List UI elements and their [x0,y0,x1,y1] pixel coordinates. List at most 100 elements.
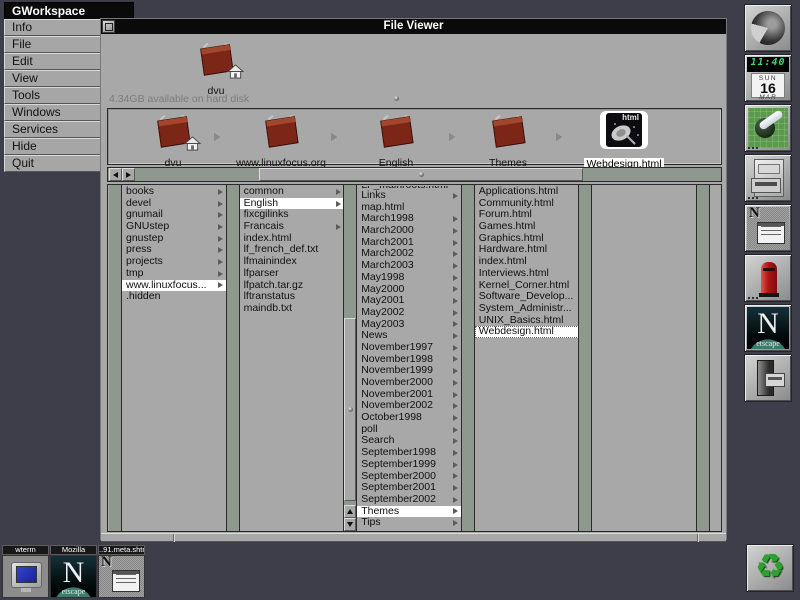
dock-tile-netscape[interactable]: Netscape [744,304,792,352]
file-item-system-administr[interactable]: System_Administr... [475,303,579,315]
file-item-applications-html[interactable]: Applications.html [475,186,579,198]
file-item-march2002[interactable]: March2002 [357,248,461,260]
scroll-left-button[interactable] [109,168,122,181]
splitview-handle[interactable] [394,96,399,101]
file-item-common[interactable]: common [240,186,344,198]
file-item-lfmainindex[interactable]: lfmainindex [240,256,344,268]
miniwindow-mozilla[interactable]: MozillaNetscape [50,545,97,598]
file-item-press[interactable]: press [122,244,226,256]
dock-tile-gnustep-sphere[interactable] [744,4,792,52]
column-scrollbar[interactable] [462,185,475,531]
file-item-www-linuxfocus[interactable]: www.linuxfocus... [122,280,226,292]
shelf-item-webdesign-html[interactable]: htmlWebdesign.html [579,111,669,172]
file-item-november2001[interactable]: November2001 [357,389,461,401]
file-item-gnustep[interactable]: GNUstep [122,221,226,233]
miniwindow-91-meta-shtml[interactable]: ..91.meta.shtmlN [98,545,145,598]
file-item-september2001[interactable]: September2001 [357,482,461,494]
file-item-gnustep[interactable]: gnustep [122,233,226,245]
file-item-tmp[interactable]: tmp [122,268,226,280]
scroll-down-button[interactable] [344,518,356,531]
file-item-forum-html[interactable]: Forum.html [475,209,579,221]
recycler-dock-icon[interactable]: ♻ [746,544,794,592]
file-item-march2000[interactable]: March2000 [357,225,461,237]
window-resize-bar[interactable] [101,533,726,542]
file-item-may2003[interactable]: May2003 [357,319,461,331]
shelf-item-themes[interactable]: Themes [463,111,553,169]
file-item-lftranstatus[interactable]: lftranstatus [240,291,344,303]
file-item-index-html[interactable]: index.html [240,233,344,245]
dock-tile-postbox[interactable] [744,254,792,302]
file-item-search[interactable]: Search [357,435,461,447]
shelf-scrollbar[interactable] [107,167,722,182]
file-item-october1998[interactable]: October1998 [357,412,461,424]
file-item-may2002[interactable]: May2002 [357,307,461,319]
file-item-lf-french-def-txt[interactable]: lf_french_def.txt [240,244,344,256]
file-item-gnumail[interactable]: gnumail [122,209,226,221]
file-item-poll[interactable]: poll [357,424,461,436]
file-item-november1999[interactable]: November1999 [357,365,461,377]
scrollbar-knob[interactable] [259,168,583,181]
file-item-software-develop[interactable]: Software_Develop... [475,291,579,303]
column-scrollbar[interactable] [227,185,240,531]
file-item-projects[interactable]: projects [122,256,226,268]
shelf-item-www-linuxfocus-org[interactable]: www.linuxfocus.org [236,111,326,169]
file-item-march1998[interactable]: March1998 [357,213,461,225]
file-item-interviews-html[interactable]: Interviews.html [475,268,579,280]
file-item-news[interactable]: News [357,330,461,342]
file-item-games-html[interactable]: Games.html [475,221,579,233]
file-item-francais[interactable]: Francais [240,221,344,233]
column-scrollbar[interactable] [697,185,710,531]
miniwindow-wterm[interactable]: wterm [2,545,49,598]
menu-title[interactable]: GWorkspace [4,2,134,19]
file-item-tips[interactable]: Tips [357,517,461,529]
file-item-march2001[interactable]: March2001 [357,237,461,249]
file-item-march2003[interactable]: March2003 [357,260,461,272]
window-titlebar[interactable]: File Viewer [101,19,726,34]
dock-tile-graphics-app[interactable] [744,104,792,152]
file-item-september2002[interactable]: September2002 [357,494,461,506]
dock-tile-clock[interactable]: 11:40SUN16MAR [744,54,792,102]
file-item-graphics-html[interactable]: Graphics.html [475,233,579,245]
miniaturize-button[interactable] [102,20,115,33]
file-item-webdesign-html[interactable]: Webdesign.html [475,326,579,338]
file-item-map-html[interactable]: map.html [357,202,461,214]
file-item-november1998[interactable]: November1998 [357,354,461,366]
file-item-lfpatch-tar-gz[interactable]: lfpatch.tar.gz [240,280,344,292]
dock-tile-mini-page[interactable]: N [744,204,792,252]
current-folder[interactable]: dvu [186,39,246,97]
scrollbar-knob[interactable] [344,318,356,501]
dock-tile-file-cabinet[interactable] [744,154,792,202]
file-item-lfparser[interactable]: lfparser [240,268,344,280]
file-item-community-html[interactable]: Community.html [475,198,579,210]
file-item-hidden[interactable]: .hidden [122,291,226,303]
file-item-fixcgilinks[interactable]: fixcgilinks [240,209,344,221]
current-folder-icon[interactable] [190,39,242,79]
file-item-unix-basics-html[interactable]: UNIX_Basics.html [475,315,579,327]
file-item-english[interactable]: English [240,198,344,210]
file-item-links[interactable]: Links [357,190,461,202]
file-item-may2001[interactable]: May2001 [357,295,461,307]
file-item-september1998[interactable]: September1998 [357,447,461,459]
file-item-devel[interactable]: devel [122,198,226,210]
column-scrollbar[interactable] [579,185,592,531]
file-item-books[interactable]: books [122,186,226,198]
scroll-right-button[interactable] [122,168,135,181]
dock-tile-gworkspace-tower[interactable] [744,354,792,402]
file-item-index-html[interactable]: index.html [475,256,579,268]
file-item-november1997[interactable]: November1997 [357,342,461,354]
shelf-item-english[interactable]: English [351,111,441,169]
column-scrollbar[interactable] [109,185,122,531]
file-item-maindb-txt[interactable]: maindb.txt [240,303,344,315]
file-item-november2002[interactable]: November2002 [357,400,461,412]
file-item-kernel-corner-html[interactable]: Kernel_Corner.html [475,280,579,292]
file-item-november2000[interactable]: November2000 [357,377,461,389]
shelf-item-dvu[interactable]: dvu [128,111,218,169]
file-item-september1999[interactable]: September1999 [357,459,461,471]
file-item-themes[interactable]: Themes [357,506,461,518]
column-scrollbar[interactable] [344,185,357,531]
file-item-hardware-html[interactable]: Hardware.html [475,244,579,256]
file-item-september2000[interactable]: September2000 [357,471,461,483]
scroll-up-button[interactable] [344,505,356,518]
file-item-may1998[interactable]: May1998 [357,272,461,284]
file-item-may2000[interactable]: May2000 [357,284,461,296]
